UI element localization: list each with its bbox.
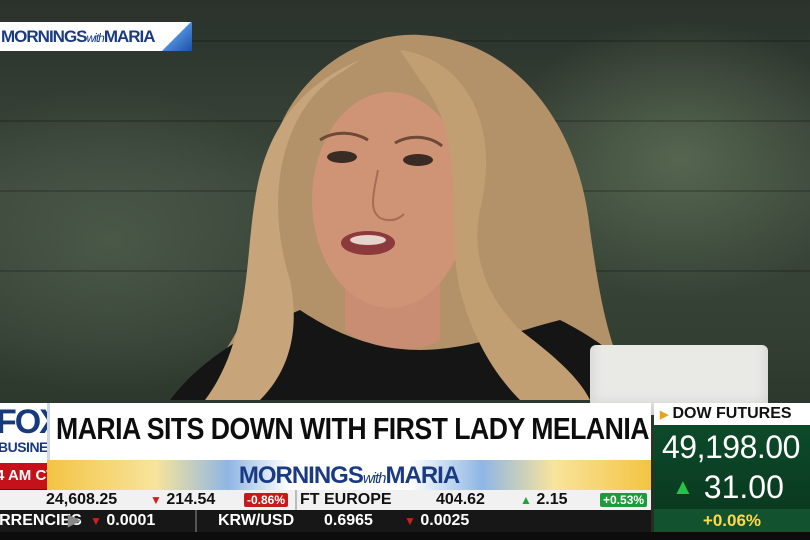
show-brand-bar: MORNINGSwithMARIA bbox=[47, 460, 651, 490]
headline-text: MARIA SITS DOWN WITH FIRST LADY MELANIA … bbox=[56, 411, 748, 446]
down-arrow-icon: ▼ bbox=[150, 493, 162, 507]
dow-change: ▲ 31.00 bbox=[672, 469, 784, 505]
dow-title: ▶ DOW FUTURES bbox=[654, 403, 810, 425]
market-value: 404.62 bbox=[436, 491, 485, 508]
network-logo: FOX BUSINESS bbox=[0, 403, 47, 463]
bug-wedge bbox=[162, 22, 192, 51]
network-logo-text: FOX bbox=[0, 403, 47, 441]
headline-bar: MARIA SITS DOWN WITH FIRST LADY MELANIA … bbox=[47, 403, 748, 460]
up-arrow-icon: ▲ bbox=[672, 474, 694, 499]
market-ticker-top: 24,608.25 ▼ 214.54 -0.86% FT EUROPE 404.… bbox=[0, 490, 651, 510]
currency-value: 0.6965 bbox=[324, 512, 373, 529]
currency-change: ▼ 0.0025 bbox=[404, 512, 470, 529]
market-change: ▲ 2.15 bbox=[520, 491, 568, 508]
index-percent: -0.86% bbox=[244, 490, 289, 510]
show-bug: MORNINGSwithMARIA bbox=[0, 22, 192, 51]
dow-value: 49,198.00 bbox=[662, 429, 800, 465]
market-ticker-bottom: CURRENCIES ▶ ▼ 0.0001 KRW/USD 0.6965 ▼ 0… bbox=[0, 510, 651, 532]
dow-futures-panel: ▶ DOW FUTURES 49,198.00 ▲ 31.00 +0.06% bbox=[654, 403, 810, 532]
first-change: ▼ 0.0001 bbox=[90, 512, 156, 529]
bottom-strip bbox=[0, 532, 810, 540]
index-change: ▼ 214.54 bbox=[150, 491, 216, 508]
down-arrow-icon: ▼ bbox=[404, 514, 416, 528]
down-arrow-icon: ▼ bbox=[90, 514, 102, 528]
ticker-separator bbox=[295, 490, 297, 510]
show-brand-text: MORNINGSwithMARIA bbox=[238, 462, 460, 489]
play-arrow-icon: ▶ bbox=[68, 512, 81, 529]
market-percent: +0.53% bbox=[600, 490, 648, 510]
show-bug-text: MORNINGSwithMARIA bbox=[1, 26, 156, 46]
time-tag: 10:24 AM CT bbox=[0, 463, 47, 489]
network-logo-sub: BUSINESS bbox=[0, 439, 47, 455]
play-arrow-icon: ▶ bbox=[660, 409, 669, 421]
currency-pair: KRW/USD bbox=[218, 512, 295, 529]
market-name: FT EUROPE bbox=[300, 491, 392, 508]
dow-percent: +0.06% bbox=[654, 509, 810, 532]
ticker-separator bbox=[195, 510, 197, 532]
index-value: 24,608.25 bbox=[46, 491, 118, 508]
up-arrow-icon: ▲ bbox=[520, 493, 532, 507]
